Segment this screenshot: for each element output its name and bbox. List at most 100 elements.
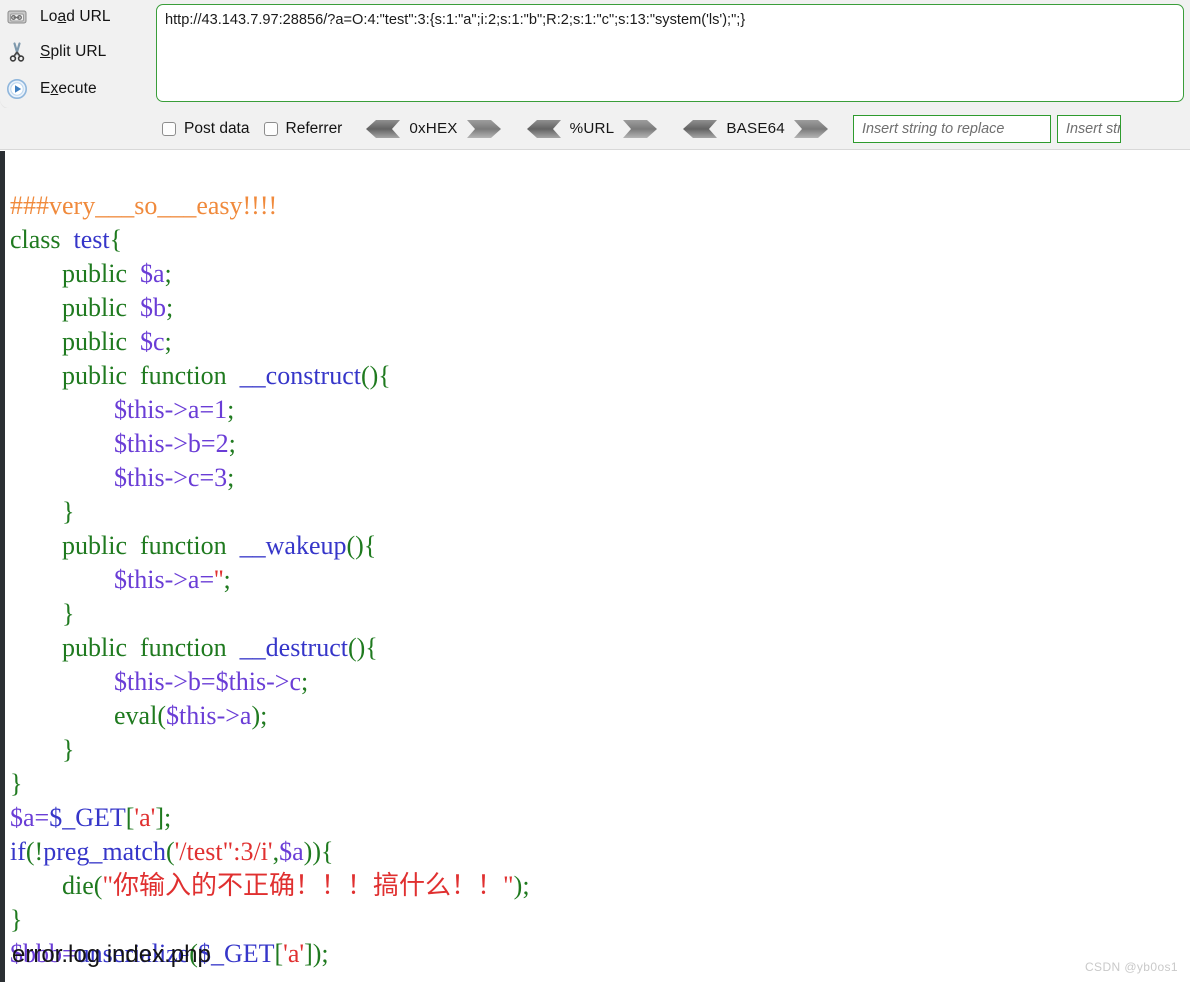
code-token: ###very___so___easy!!!!	[10, 191, 278, 220]
code-token: (){	[347, 633, 378, 662]
code-token: test	[67, 225, 110, 254]
base64-encoder-group: BASE64	[681, 119, 830, 138]
hex-decode-arrow-left-icon[interactable]	[364, 119, 401, 138]
page-content: ###very___so___easy!!!! class test{ publ…	[0, 151, 1190, 982]
code-token: $a=	[10, 803, 50, 832]
code-token: }	[10, 497, 75, 526]
code-token: $this	[10, 463, 165, 492]
code-token: $a	[279, 837, 304, 866]
code-token: }	[10, 599, 75, 628]
code-token: $this	[10, 565, 165, 594]
url-input[interactable]: http://43.143.7.97:28856/?a=O:4:"test":3…	[156, 4, 1184, 102]
load-url-icon	[0, 8, 34, 26]
code-token: class	[10, 225, 68, 254]
code-token: $a	[140, 259, 165, 288]
code-token: ;	[227, 395, 235, 424]
replace-string-input[interactable]: Insert string to replace	[852, 114, 1051, 143]
code-token: __wakeup	[233, 531, 347, 560]
code-token: [	[274, 939, 284, 968]
hackbar-action-list: Load URL Split URL Execute	[0, 1, 150, 108]
url-label: %URL	[569, 120, 615, 137]
code-token: $c	[140, 327, 165, 356]
code-token: $this	[10, 395, 165, 424]
code-token: $this	[215, 667, 267, 696]
code-token: "你输入的不正确！！！搞什么！！"	[102, 871, 514, 900]
load-url-button[interactable]: Load URL	[0, 1, 150, 33]
code-token: ->a=	[164, 565, 215, 594]
code-token: $_GET	[49, 803, 126, 832]
code-token: ->a	[216, 701, 252, 730]
url-encode-arrow-right-icon[interactable]	[623, 119, 659, 138]
execute-button[interactable]: Execute	[0, 73, 150, 105]
code-token: $b	[140, 293, 166, 322]
code-token: public	[10, 293, 134, 322]
code-token: function	[133, 531, 234, 560]
code-token: public	[10, 259, 134, 288]
code-token: (!	[25, 837, 44, 866]
code-token: if	[10, 837, 26, 866]
code-token: ;	[164, 803, 172, 832]
url-encoder-group: %URL	[525, 119, 660, 138]
code-token: public	[10, 361, 134, 390]
play-icon	[0, 78, 34, 100]
code-token: ]	[304, 939, 313, 968]
split-url-label: Split URL	[40, 43, 107, 60]
code-token: ;	[223, 565, 231, 594]
referrer-label: Referrer	[285, 119, 343, 137]
code-token: $this	[10, 667, 165, 696]
replace-with-input[interactable]: Insert string to replace with	[1056, 114, 1121, 143]
hackbar-body: Load URL Split URL Execute http://43.143…	[0, 0, 1190, 108]
watermark: CSDN @yb0os1	[1084, 960, 1178, 974]
code-token: ;	[164, 327, 172, 356]
code-token: ;	[166, 293, 174, 322]
code-token: )){	[303, 837, 334, 866]
base64-decode-arrow-left-icon[interactable]	[681, 119, 718, 138]
code-token: eval	[10, 701, 158, 730]
code-token: ->b=2	[164, 429, 229, 458]
code-token: );	[312, 939, 329, 968]
base64-label: BASE64	[726, 120, 785, 137]
php-source-code: ###very___so___easy!!!! class test{ publ…	[10, 189, 530, 971]
code-token: ->b=	[164, 667, 216, 696]
code-token: ;	[301, 667, 309, 696]
code-token: );	[513, 871, 530, 900]
hex-encode-arrow-right-icon[interactable]	[466, 119, 503, 138]
code-token: {	[109, 225, 123, 254]
code-token: );	[251, 701, 268, 730]
hex-encoder-group: 0xHEX	[364, 119, 503, 138]
code-token: 'a'	[134, 803, 156, 832]
load-url-label: Load URL	[40, 8, 111, 25]
window-left-edge	[0, 151, 5, 982]
url-input-value: http://43.143.7.97:28856/?a=O:4:"test":3…	[165, 12, 746, 28]
hackbar-toolbar: Post data Referrer 0xHEX %URL BASE64 Ins…	[0, 108, 1190, 149]
code-token: ->c=3	[164, 463, 228, 492]
post-data-checkbox[interactable]: Post data	[162, 120, 250, 138]
code-token: }	[10, 735, 75, 764]
base64-encode-arrow-right-icon[interactable]	[793, 119, 830, 138]
url-decode-arrow-left-icon[interactable]	[525, 119, 561, 138]
code-token: (	[157, 701, 166, 730]
split-url-button[interactable]: Split URL	[0, 36, 150, 68]
referrer-checkbox[interactable]: Referrer	[263, 119, 343, 138]
replace-string-placeholder: Insert string to replace	[861, 120, 1005, 137]
replace-with-placeholder: Insert string to replace with	[1065, 120, 1121, 137]
code-token: public	[10, 531, 134, 560]
code-token: ->a=1	[164, 395, 228, 424]
code-token: public	[10, 633, 134, 662]
shell-command-output: error.log index.php	[12, 941, 211, 968]
code-token: $this	[10, 429, 165, 458]
code-token: __construct	[233, 361, 361, 390]
code-token: (	[165, 837, 175, 866]
code-token: 'a'	[283, 939, 305, 968]
code-token: die	[10, 871, 94, 900]
code-token: (){	[360, 361, 391, 390]
execute-label: Execute	[40, 80, 97, 97]
code-token: $this	[165, 701, 217, 730]
code-token: function	[133, 361, 234, 390]
code-token: preg_match	[43, 837, 166, 866]
post-data-checkbox-box[interactable]	[162, 121, 176, 136]
code-token: function	[133, 633, 234, 662]
hex-label: 0xHEX	[409, 120, 458, 137]
referrer-checkbox-box[interactable]	[263, 121, 278, 136]
code-token: public	[10, 327, 134, 356]
